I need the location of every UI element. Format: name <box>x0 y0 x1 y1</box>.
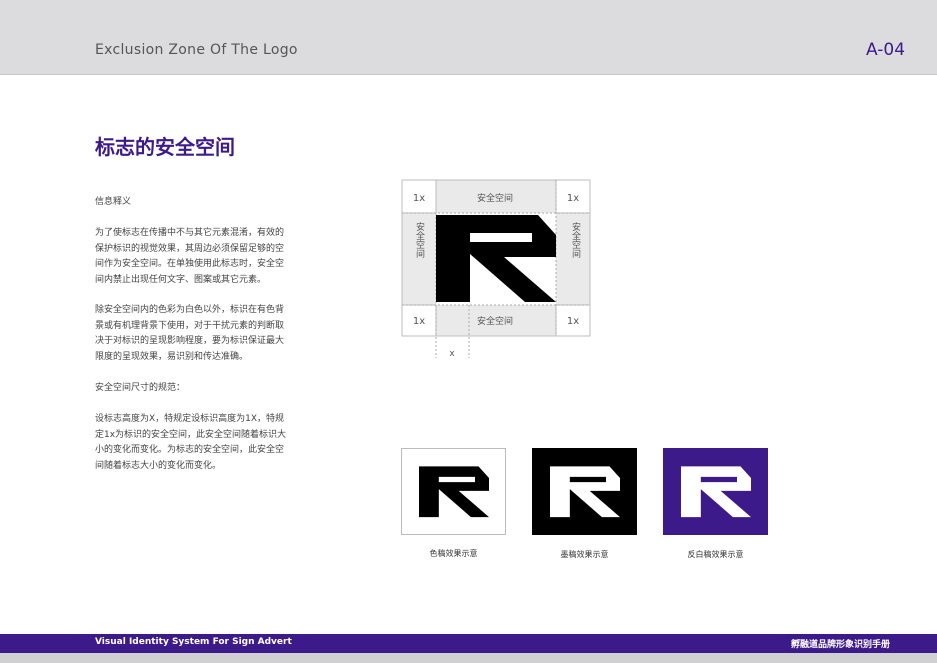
header-title: Exclusion Zone Of The Logo <box>95 42 298 58</box>
logo-r-counter <box>470 233 532 242</box>
info-heading: 信息释义 <box>95 197 132 207</box>
corner-label: 1x <box>567 316 579 327</box>
section-title: 标志的安全空间 <box>95 135 235 159</box>
sample-caption: 反白稿效果示意 <box>687 550 744 559</box>
paragraph-1-line: 间内禁止出现任何文字、图案或其它元素。 <box>95 274 267 285</box>
paragraph-3-line: 小的变化而变化。为标志的安全空间，此安全空 <box>95 445 285 455</box>
sample-reverse-tile <box>663 448 768 535</box>
paragraph-3-line: 定1x为标识的安全空间，此安全空间随着标识大 <box>95 429 287 440</box>
paragraph-2-line: 景或有机理背景下使用，对于干扰元素的判断取 <box>95 320 285 331</box>
sample-caption: 墨稿效果示意 <box>560 550 609 559</box>
footer-right-text: 孵融道品牌形象识别手册 <box>790 640 890 650</box>
zone-label-bottom: 安全空间 <box>477 315 513 327</box>
footer-left-text: Visual Identity System For Sign Advert <box>95 637 292 647</box>
paragraph-3-line: 间随着标志大小的变化而变化。 <box>95 460 222 471</box>
sample-color-tile <box>401 448 506 535</box>
zone-label-left: 安全空间 <box>414 221 425 259</box>
logo-icon <box>418 465 489 517</box>
paragraph-2-line: 限度的呈现效果，易识别和传达准确。 <box>95 351 249 362</box>
footer-bottom-strip <box>0 653 937 663</box>
paragraph-1: 为了使标志在传播中不与其它元素混淆，有效的 保护标识的视觉效果，其周边必须保留足… <box>95 226 287 288</box>
zone-label-top: 安全空间 <box>477 192 513 204</box>
zone-label-right: 安全空间 <box>570 221 581 259</box>
corner-label: 1x <box>567 193 579 204</box>
corner-label: 1x <box>413 193 425 204</box>
sample-caption: 色稿效果示意 <box>429 549 478 558</box>
logo-icon <box>680 465 751 517</box>
size-heading: 安全空间尺寸的规范： <box>95 383 186 393</box>
corner-label: 1x <box>413 316 425 327</box>
paragraph-3-line: 设标志高度为X，特规定设标识高度为1X，特规 <box>95 414 285 424</box>
exclusion-zone-diagram: 1x 1x 1x 1x 安全空间 安全空间 安全空间 安全空间 x <box>401 179 591 359</box>
paragraph-1-line: 间作为安全空间。在单独使用此标志时，安全空 <box>95 259 285 269</box>
paragraph-3: 设标志高度为X，特规定设标识高度为1X，特规 定1x为标识的安全空间，此安全空间… <box>95 412 287 474</box>
paragraph-2: 除安全空间内的色彩为白色以外，标识在有色背 景或有机理背景下使用，对于干扰元素的… <box>95 303 287 365</box>
logo-icon <box>549 465 620 517</box>
paragraph-1-line: 保护标识的视觉效果，其周边必须保留足够的空 <box>95 243 285 254</box>
paragraph-2-line: 决于对标识的呈现影响程度，要为标识保证最大 <box>95 336 285 346</box>
page-code: A-04 <box>866 40 906 60</box>
header-bar <box>0 0 937 75</box>
paragraph-1-line: 为了使标志在传播中不与其它元素混淆，有效的 <box>95 228 285 238</box>
logo-r-mark <box>436 215 556 302</box>
paragraph-2-line: 除安全空间内的色彩为白色以外，标识在有色背 <box>95 305 285 315</box>
x-label: x <box>449 349 455 359</box>
sample-black-tile <box>532 448 637 535</box>
